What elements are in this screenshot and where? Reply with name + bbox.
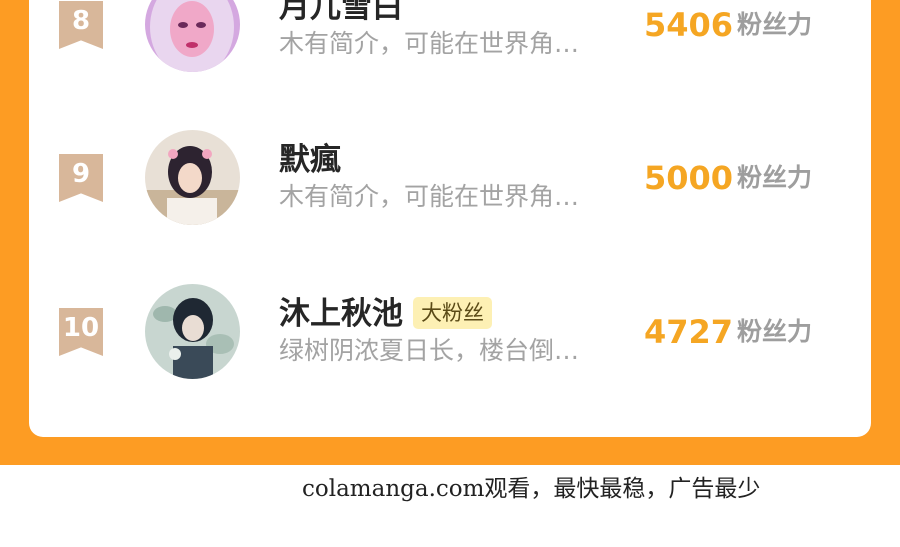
- fan-score: 5000: [644, 159, 734, 197]
- avatar[interactable]: [145, 0, 240, 72]
- fan-score-unit: 粉丝力: [737, 317, 813, 346]
- rank-badge: 8: [59, 1, 103, 49]
- avatar[interactable]: [145, 284, 240, 379]
- user-description: 木有简介，可能在世界角…: [279, 182, 580, 211]
- fan-score: 5406: [644, 6, 734, 44]
- user-description: 木有简介，可能在世界角…: [279, 29, 580, 58]
- ranking-row[interactable]: 8 月儿雪白 木有简介，可能在世界角… 5406 粉丝力: [0, 0, 900, 85]
- fan-score-unit: 粉丝力: [737, 163, 813, 192]
- ranking-row[interactable]: 9 默瘋 木有简介，可能在世界角… 5000 粉丝力: [0, 118, 900, 238]
- fan-level-badge: 大粉丝: [413, 296, 492, 329]
- user-name: 默瘋: [279, 142, 341, 178]
- user-name: 沐上秋池 大粉丝: [279, 296, 492, 332]
- user-name: 月儿雪白: [279, 0, 403, 25]
- avatar[interactable]: [145, 130, 240, 225]
- ranking-row[interactable]: 10 沐上秋池 大粉丝 绿树阴浓夏日长，楼台倒… 4727 粉丝力: [0, 272, 900, 392]
- user-description: 绿树阴浓夏日长，楼台倒…: [279, 336, 580, 365]
- user-name-text: 沐上秋池: [279, 296, 403, 332]
- rank-badge: 9: [59, 154, 103, 202]
- watermark-text: colamanga.com观看，最快最稳，广告最少: [302, 476, 761, 502]
- fan-score-unit: 粉丝力: [737, 10, 813, 39]
- fan-score: 4727: [644, 313, 734, 351]
- rank-badge: 10: [59, 308, 103, 356]
